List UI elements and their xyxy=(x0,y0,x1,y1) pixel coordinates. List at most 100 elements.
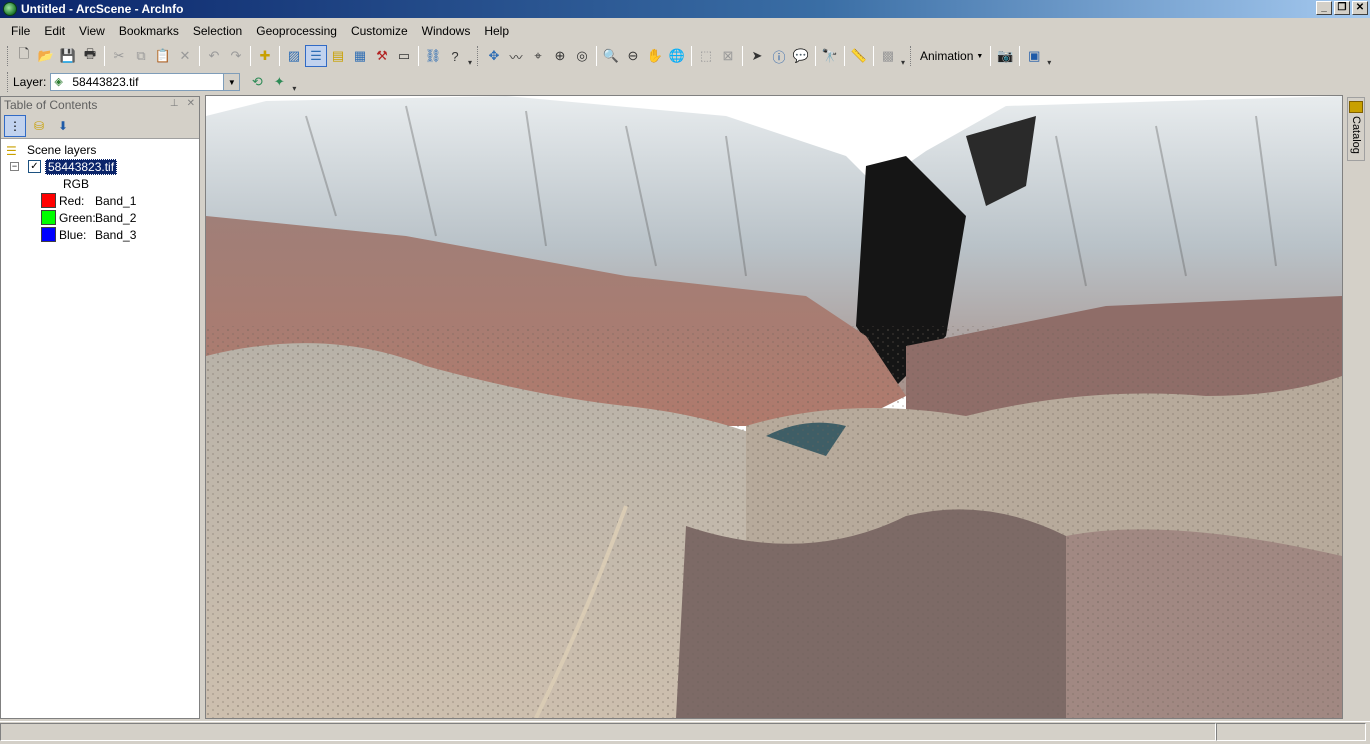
add-data-icon[interactable]: ✚ xyxy=(254,45,276,67)
zoom-in-icon[interactable]: 🔍 xyxy=(600,45,622,67)
layer-node[interactable]: − ✓ 58443823.tif xyxy=(1,158,199,175)
fly-icon[interactable]: 〰 xyxy=(505,45,527,67)
zoom-to-target-icon[interactable]: ⊕ xyxy=(549,45,571,67)
menu-windows[interactable]: Windows xyxy=(415,24,478,38)
window-controls: _ ❐ ✕ xyxy=(1316,1,1368,15)
open-folder-icon[interactable]: 📂 xyxy=(35,45,57,67)
animation-menu-button[interactable]: Animation ▼ xyxy=(916,49,987,63)
delete-icon[interactable]: ✕ xyxy=(174,45,196,67)
pan-icon[interactable]: ✋ xyxy=(644,45,666,67)
band-channel-label: Blue: xyxy=(59,227,87,242)
measure-icon[interactable]: 📏 xyxy=(848,45,870,67)
status-message-pane xyxy=(0,723,1216,741)
toolbar-options-chevron-icon[interactable]: ▾ xyxy=(1045,45,1053,67)
arctoolbox-icon[interactable]: ⚒ xyxy=(371,45,393,67)
toolbar-separator xyxy=(844,46,845,66)
menu-help[interactable]: Help xyxy=(477,24,516,38)
toolbar-separator xyxy=(279,46,280,66)
toolbar-separator xyxy=(873,46,874,66)
arcscene-app-icon[interactable] xyxy=(3,2,17,16)
whats-this-help-icon[interactable]: ? xyxy=(444,45,466,67)
html-popup-icon[interactable]: 💬 xyxy=(790,45,812,67)
chevron-down-icon[interactable]: ▼ xyxy=(223,74,240,90)
capture-view-icon[interactable]: 📷 xyxy=(994,45,1016,67)
list-by-visibility-icon[interactable]: ⬇ xyxy=(52,115,74,137)
blue-swatch-icon[interactable] xyxy=(41,227,56,242)
layer-dropdown-value: 58443823.tif xyxy=(72,75,139,89)
green-swatch-icon[interactable] xyxy=(41,210,56,225)
list-by-source-icon[interactable]: ⛁ xyxy=(28,115,50,137)
paste-icon[interactable]: 📋 xyxy=(152,45,174,67)
clear-selection-icon[interactable]: ⊠ xyxy=(717,45,739,67)
terrain-rendering xyxy=(206,96,1342,718)
menu-edit[interactable]: Edit xyxy=(37,24,72,38)
red-swatch-icon[interactable] xyxy=(41,193,56,208)
list-by-drawing-order-icon[interactable]: ⋮ xyxy=(4,114,26,137)
catalog-window-icon[interactable]: ▤ xyxy=(327,45,349,67)
catalog-tab-label: Catalog xyxy=(1350,116,1362,154)
close-icon[interactable]: ✕ xyxy=(1352,1,1368,15)
band-channel-label: Red: xyxy=(59,193,85,208)
toolbar-grip[interactable] xyxy=(7,72,10,92)
menu-geoprocessing[interactable]: Geoprocessing xyxy=(249,24,344,38)
center-on-target-icon[interactable]: ⌖ xyxy=(527,45,549,67)
toolbar-separator xyxy=(104,46,105,66)
menu-file[interactable]: File xyxy=(4,24,37,38)
toolbar-separator xyxy=(199,46,200,66)
menu-view[interactable]: View xyxy=(72,24,112,38)
toolbar-options-chevron-icon[interactable]: ▾ xyxy=(290,71,298,93)
full-extent-icon[interactable]: 🌐 xyxy=(666,45,688,67)
zoom-out-icon[interactable]: ⊖ xyxy=(622,45,644,67)
band-name-label: Band_1 xyxy=(95,193,137,208)
toolbar-grip[interactable] xyxy=(910,46,913,66)
lighting-icon[interactable]: ✦ xyxy=(268,71,290,93)
toolbar-grip[interactable] xyxy=(477,46,480,66)
layer-visibility-checkbox[interactable]: ✓ xyxy=(28,160,41,173)
print-icon[interactable]: 🖶 xyxy=(79,45,101,67)
pin-icon[interactable]: ⊥ xyxy=(170,98,179,109)
save-icon[interactable]: 💾 xyxy=(57,45,79,67)
navigation-layer-icon[interactable]: ▩ xyxy=(877,45,899,67)
redo-icon[interactable]: ↷ xyxy=(225,45,247,67)
identify-icon[interactable]: ⓘ xyxy=(768,45,790,67)
find-icon[interactable]: 🔭 xyxy=(819,45,841,67)
close-icon[interactable]: ✕ xyxy=(187,98,195,109)
search-window-icon[interactable]: ▦ xyxy=(349,45,371,67)
toolbar-options-chevron-icon[interactable]: ▾ xyxy=(899,45,907,67)
scene-properties-icon[interactable]: ▨ xyxy=(283,45,305,67)
navigate-icon[interactable]: ✥ xyxy=(483,45,505,67)
toolbar-grip[interactable] xyxy=(7,46,10,66)
minimize-icon[interactable]: _ xyxy=(1316,1,1332,15)
title-bar: Untitled - ArcScene - ArcInfo _ ❐ ✕ xyxy=(0,0,1370,18)
scene-view[interactable] xyxy=(205,95,1343,719)
copy-icon[interactable]: ⧉ xyxy=(130,45,152,67)
set-observer-icon[interactable]: ◎ xyxy=(571,45,593,67)
layer-name[interactable]: 58443823.tif xyxy=(45,158,118,175)
cut-icon[interactable]: ✂ xyxy=(108,45,130,67)
catalog-side-tab[interactable]: Catalog xyxy=(1347,97,1365,161)
layer-dropdown[interactable]: ◈ 58443823.tif ▼ xyxy=(50,73,241,91)
undo-icon[interactable]: ↶ xyxy=(203,45,225,67)
band-row-blue[interactable]: Blue: Band_3 xyxy=(1,226,199,243)
scene-layers-node[interactable]: ☰ Scene layers xyxy=(1,141,199,158)
new-document-icon[interactable]: 🗋 xyxy=(13,45,35,67)
layer-transparency-icon[interactable]: ⟲ xyxy=(246,71,268,93)
menu-selection[interactable]: Selection xyxy=(186,24,249,38)
menu-bookmarks[interactable]: Bookmarks xyxy=(112,24,186,38)
python-window-icon[interactable]: ▭ xyxy=(393,45,415,67)
band-row-red[interactable]: Red: Band_1 xyxy=(1,192,199,209)
menu-customize[interactable]: Customize xyxy=(344,24,415,38)
table-of-contents-icon[interactable]: ☰ xyxy=(305,45,327,67)
toolbar-separator xyxy=(742,46,743,66)
animation-controls-icon[interactable]: ▣ xyxy=(1023,45,1045,67)
select-elements-icon[interactable]: ➤ xyxy=(746,45,768,67)
toolbar-separator xyxy=(596,46,597,66)
toolbar-separator xyxy=(1019,46,1021,66)
collapse-icon[interactable]: − xyxy=(10,162,19,171)
band-name-label: Band_3 xyxy=(95,227,137,242)
select-features-icon[interactable]: ⬚ xyxy=(695,45,717,67)
band-row-green[interactable]: Green: Band_2 xyxy=(1,209,199,226)
restore-icon[interactable]: ❐ xyxy=(1334,1,1350,15)
toolbar-options-chevron-icon[interactable]: ▾ xyxy=(466,45,474,67)
modelbuilder-icon[interactable]: ⛓ xyxy=(422,45,444,67)
